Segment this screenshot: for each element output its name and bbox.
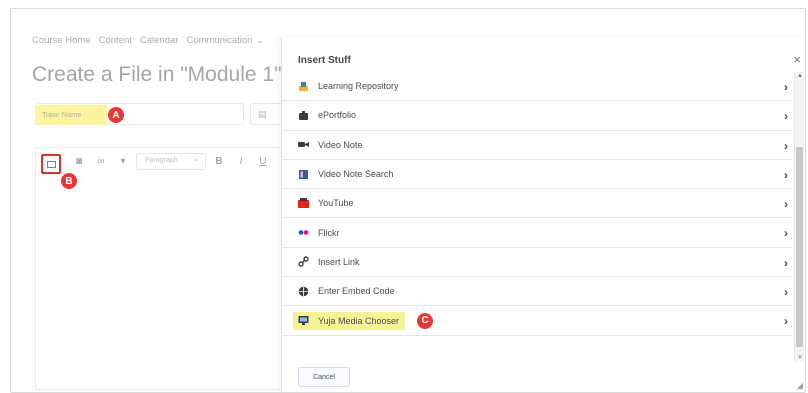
video-search-icon <box>297 168 309 180</box>
learning-repository-icon <box>297 80 309 92</box>
link-icon[interactable]: ∞ <box>92 153 110 171</box>
nav-calendar[interactable]: Calendar <box>140 35 179 46</box>
nav-content[interactable]: Content <box>99 35 132 46</box>
lms-window: Course Home Content Calendar Communicati… <box>10 8 806 393</box>
resize-handle-icon[interactable]: ◢ <box>797 381 803 390</box>
yuja-highlight: Yuja Media Chooser <box>293 311 406 330</box>
scroll-up-icon[interactable]: ▲ <box>797 73 803 79</box>
list-item-yuja-media-chooser[interactable]: Yuja Media Chooser C › <box>282 306 792 336</box>
paragraph-format-select[interactable]: Paragraph <box>136 153 206 170</box>
more-dropdown-icon[interactable]: ▾ <box>114 153 132 171</box>
course-navbar: Course Home Content Calendar Communicati… <box>32 35 263 46</box>
list-item-youtube[interactable]: YouTube › <box>282 189 792 219</box>
underline-button[interactable]: U <box>254 153 272 171</box>
list-item-video-note-search[interactable]: Video Note Search › <box>282 160 792 190</box>
chevron-right-icon: › <box>784 138 788 153</box>
chevron-right-icon: › <box>784 285 788 300</box>
page-title: Create a File in "Module 1" <box>32 63 282 86</box>
insert-stuff-dialog: Insert Stuff × Learning Repository › ePo… <box>281 37 805 392</box>
chevron-right-icon: › <box>784 80 788 94</box>
italic-button[interactable]: I <box>232 153 250 171</box>
list-item-insert-link[interactable]: Insert Link › <box>282 248 792 278</box>
chevron-right-icon: › <box>784 167 788 182</box>
chevron-right-icon: › <box>784 109 788 124</box>
close-icon[interactable]: × <box>793 52 801 67</box>
callout-marker-b: B <box>61 173 77 189</box>
topic-name-placeholder: Topic Name <box>42 110 82 119</box>
chevron-right-icon: › <box>784 255 788 270</box>
scroll-down-icon[interactable]: ▼ <box>797 355 803 361</box>
yuja-icon <box>297 315 309 327</box>
list-item-enter-embed-code[interactable]: Enter Embed Code › <box>282 277 792 307</box>
globe-icon <box>297 285 309 297</box>
camera-icon[interactable]: ◙ <box>70 153 88 171</box>
eportfolio-icon <box>297 109 309 121</box>
list-item-flickr[interactable]: Flickr › <box>282 218 792 248</box>
browse-button[interactable]: ▤ <box>250 103 282 125</box>
insert-stuff-icon <box>46 160 56 168</box>
scroll-thumb[interactable] <box>796 147 803 347</box>
nav-communication[interactable]: Communication ⌄ <box>186 35 263 46</box>
flickr-icon <box>297 227 309 239</box>
list-item-learning-repository[interactable]: Learning Repository › <box>282 72 792 102</box>
chevron-down-icon: ⌄ <box>254 36 264 45</box>
dialog-scrollbar[interactable]: ▲ ▼ <box>794 72 804 362</box>
list-item-video-note[interactable]: Video Note › <box>282 131 792 160</box>
link-icon <box>297 256 309 268</box>
callout-marker-a: A <box>108 107 124 123</box>
chevron-right-icon: › <box>784 197 788 212</box>
editor-body[interactable] <box>35 175 283 390</box>
list-item-eportfolio[interactable]: ePortfolio › <box>282 101 792 131</box>
cancel-button[interactable]: Cancel <box>298 367 350 387</box>
youtube-icon <box>297 197 309 209</box>
video-camera-icon <box>297 139 309 151</box>
chevron-right-icon: › <box>784 226 788 241</box>
dialog-title: Insert Stuff <box>298 55 351 66</box>
chevron-right-icon: › <box>784 314 788 329</box>
editor-toolbar: ◙ ∞ ▾ Paragraph B I U <box>35 147 283 175</box>
callout-marker-c: C <box>417 312 434 329</box>
insert-stuff-button[interactable] <box>41 154 61 174</box>
bold-button[interactable]: B <box>210 153 228 171</box>
insert-stuff-list: Learning Repository › ePortfolio › Video… <box>282 72 792 336</box>
nav-course-home[interactable]: Course Home <box>32 35 91 46</box>
